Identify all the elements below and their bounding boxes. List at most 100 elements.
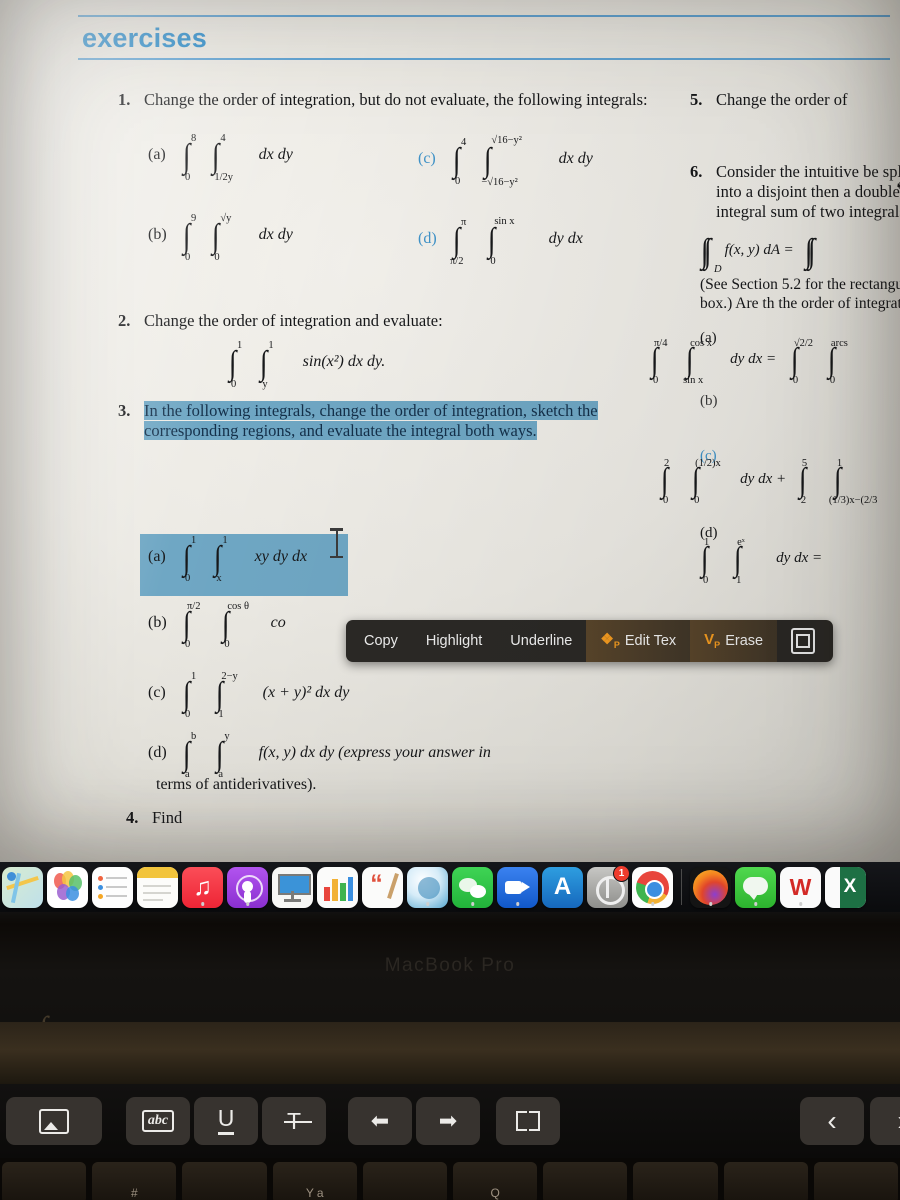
integral-sign: ∫ y a: [216, 731, 230, 781]
dock-running-dot: [470, 902, 475, 906]
integrand: f(x, y) dx dy (express your answer in: [258, 744, 491, 761]
keyboard-key[interactable]: [2, 1162, 87, 1200]
touchbar-prev-page[interactable]: ‹: [800, 1097, 864, 1145]
header-rule-top: [78, 15, 890, 17]
arrow-right-icon: ➡: [438, 1108, 458, 1133]
item-label-c: (c): [418, 150, 436, 168]
keyboard-key[interactable]: #: [92, 1162, 177, 1200]
keyboard-key[interactable]: [723, 1162, 808, 1200]
menu-item-edit-tex[interactable]: ❖P Edit Tex: [586, 620, 691, 662]
integral-sign: ∫ 4 1/2y: [212, 133, 233, 183]
dock-icon-maps[interactable]: [2, 866, 43, 908]
question-4-number: 4.: [126, 808, 139, 827]
header-rule-bottom: [78, 58, 890, 60]
selection-context-menu[interactable]: Copy Highlight Underline ❖P Edit Tex VP …: [346, 620, 834, 662]
integral-sign: ∫ 1 x: [214, 535, 228, 585]
integral-sign: ∫ √y 0: [212, 213, 232, 263]
dock-icon-notes[interactable]: [137, 866, 178, 908]
keyboard-key[interactable]: [362, 1162, 448, 1200]
laptop-screen: exercises 1. Change the order of integra…: [0, 0, 900, 880]
keyboard-key[interactable]: [543, 1162, 628, 1200]
touchbar-fullscreen[interactable]: [496, 1097, 560, 1145]
menu-item-highlight[interactable]: Highlight: [412, 620, 496, 662]
menu-item-copy[interactable]: Copy: [350, 620, 412, 662]
touch-bar[interactable]: abc U T ⬅ ➡ ‹ ›: [0, 1084, 900, 1158]
keyboard-key[interactable]: [182, 1162, 267, 1200]
page-title: exercises: [82, 23, 207, 53]
dock-icon-excel[interactable]: X: [825, 866, 866, 908]
text-cursor-ibeam: [330, 528, 343, 558]
touchbar-forward[interactable]: ➡: [416, 1097, 480, 1145]
menu-item-label: Highlight: [425, 633, 483, 649]
dock-icon-podcasts[interactable]: [227, 866, 268, 908]
integrand: dx dy: [258, 226, 293, 244]
keyboard-key[interactable]: Y a: [272, 1162, 357, 1200]
integral-sign: ∫ 1 0: [182, 671, 197, 721]
dock-icon-photos[interactable]: [47, 866, 88, 908]
image-rotate-icon: [39, 1108, 69, 1134]
touchbar-strikethrough[interactable]: T: [262, 1097, 326, 1145]
question-6-item-b-label: (b): [700, 393, 718, 410]
underline-icon: U: [217, 1107, 235, 1135]
dock-icon-keynote[interactable]: [272, 866, 313, 908]
dock-running-dot: [425, 902, 430, 906]
question-2: 2. Change the order of integration and e…: [118, 311, 678, 331]
question-6-formula: ∫∫ D f(x, y) dA = ∫∫: [700, 232, 816, 275]
question-3-item-d-tail: terms of antiderivatives).: [156, 776, 317, 793]
touchbar-next-page[interactable]: ›: [870, 1097, 900, 1145]
dock-running-dot: [753, 902, 758, 906]
menu-item-erase[interactable]: VP Erase: [690, 620, 778, 662]
integral-sign: ∫ arcs 0: [827, 337, 848, 387]
integral-sign: ∫ 1 0: [182, 535, 197, 585]
dock-icon-safari[interactable]: [407, 866, 448, 908]
integral-sign: ∫ 1 0: [700, 537, 710, 586]
dock-icon-music[interactable]: ♫: [182, 866, 223, 908]
integral-sign: ∫ π/4 0: [650, 337, 668, 387]
selected-text[interactable]: In the following integrals, change the o…: [144, 400, 598, 440]
dock-icon-reminders[interactable]: [92, 866, 133, 908]
question-6-item-c: ∫ 2 0 ∫ (1/2)x 0 dy dx + ∫ 5 2 ∫ 1 (1/3)…: [660, 458, 878, 507]
integral-sign: ∫ 4 0: [452, 137, 467, 187]
question-3[interactable]: 3. In the following integrals, change th…: [118, 400, 678, 441]
dock-icon-firefox[interactable]: [690, 866, 731, 908]
touchbar-underline[interactable]: U: [194, 1097, 258, 1145]
question-6-number: 6.: [690, 162, 703, 182]
integral-sign: ∫ cos θ 0: [222, 601, 249, 651]
menu-item-underline[interactable]: Underline: [496, 620, 586, 662]
dock-icon-messages[interactable]: [735, 866, 776, 908]
dock-icon-zoom[interactable]: [497, 866, 538, 908]
menu-item-label: Erase: [725, 633, 764, 649]
dock-icon-system-preferences[interactable]: 1: [587, 864, 630, 908]
touchbar-back[interactable]: ⬅: [348, 1097, 412, 1145]
keyboard-key[interactable]: Q: [453, 1162, 538, 1200]
keyboard-row[interactable]: # Y a Q: [0, 1158, 900, 1200]
keyboard-key[interactable]: [813, 1162, 899, 1200]
macos-dock[interactable]: ♫ “ A 1 W X: [0, 862, 900, 912]
dock-icon-chrome[interactable]: [632, 866, 673, 908]
dock-icon-wps-office[interactable]: W: [780, 866, 821, 908]
question-4: 4. Find: [126, 808, 182, 828]
question-5-number: 5.: [690, 90, 703, 109]
menu-item-document[interactable]: [777, 620, 829, 662]
integral-sign: ∫ 5 2: [798, 458, 808, 507]
dock-icon-app-store[interactable]: A: [542, 866, 583, 908]
question-3-item-a: (a) ∫ 1 0 ∫ 1 x xy dy dx: [148, 535, 307, 585]
question-3-item-c: (c) ∫ 1 0 ∫ 2−y 1 (x + y)² dx dy: [148, 671, 350, 721]
integrand: dx dy: [558, 150, 593, 168]
menu-item-label: Underline: [510, 633, 573, 649]
dock-icon-wechat[interactable]: [452, 866, 493, 908]
touchbar-abc-highlight[interactable]: abc: [126, 1097, 190, 1145]
question-1-items: (a) ∫ 8 0 ∫ 4 1/2y dx dy (b) ∫ 9 0 ∫ √y …: [118, 122, 678, 297]
laptop-deck: [0, 1022, 900, 1084]
dock-icon-pages[interactable]: “: [362, 866, 403, 908]
dock-running-dot: [245, 902, 250, 906]
question-2-number: 2.: [118, 311, 131, 331]
integrand: dx dy: [258, 146, 293, 164]
touchbar-image-rotate[interactable]: [6, 1097, 102, 1145]
dock-icon-numbers[interactable]: [317, 866, 358, 908]
integral-sign: ∫ b a: [182, 731, 197, 781]
integrand: (x + y)² dx dy: [262, 684, 350, 701]
document-icon: [791, 628, 816, 654]
keyboard-key[interactable]: [633, 1162, 718, 1200]
integrand: co: [270, 614, 286, 631]
